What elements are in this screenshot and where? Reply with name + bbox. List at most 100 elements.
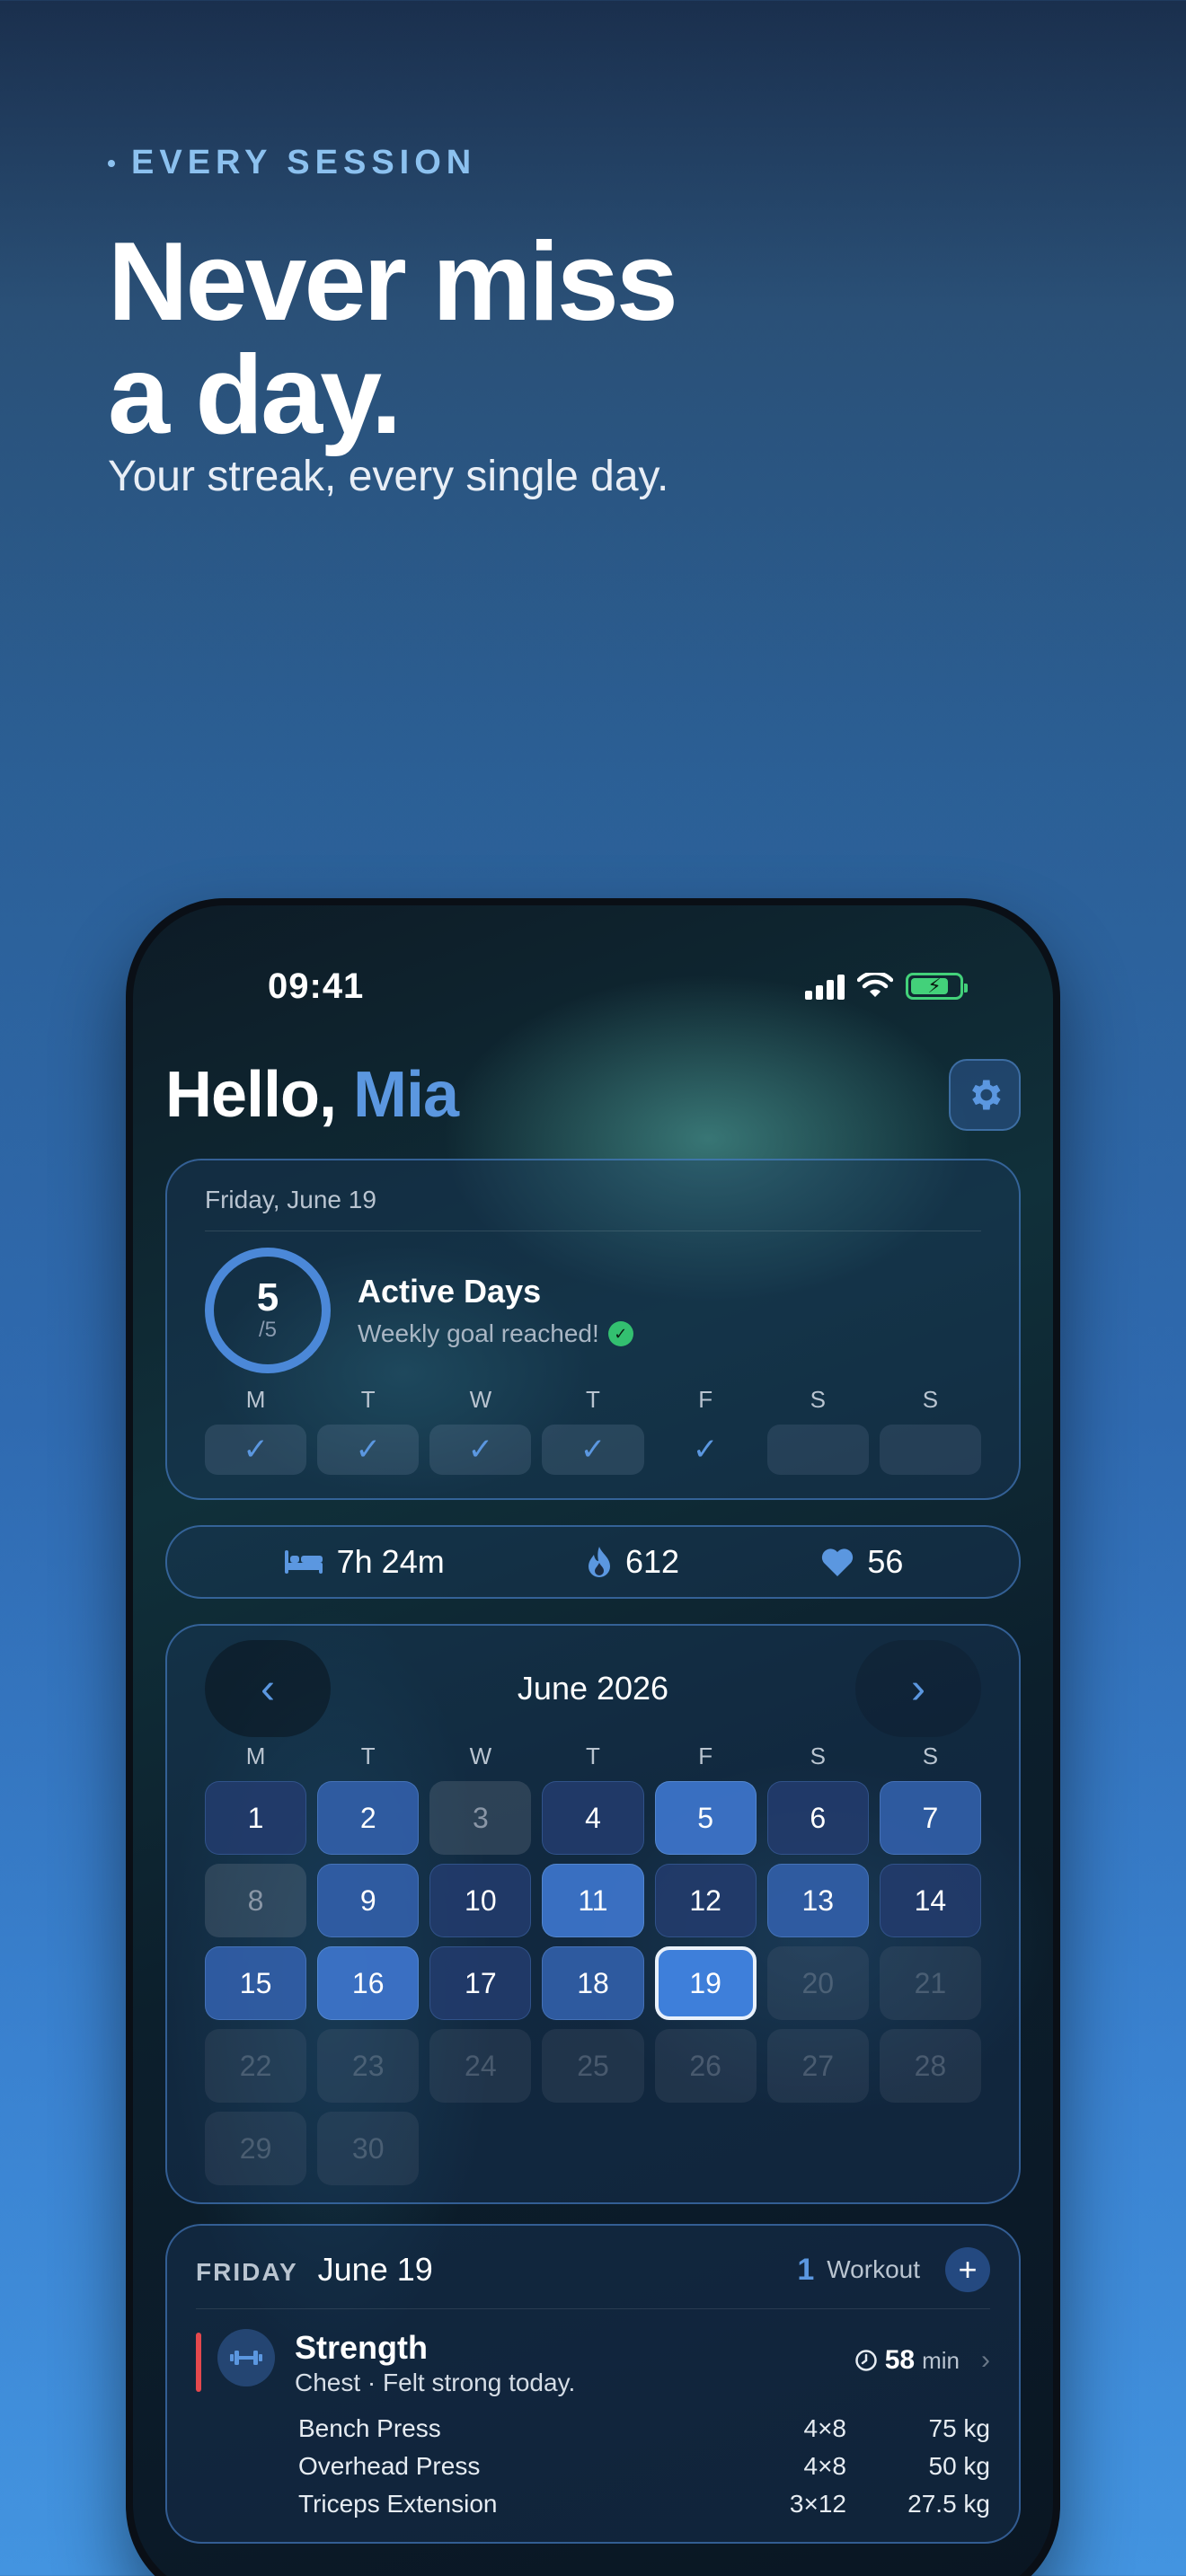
calendar-day[interactable]: 21 [879, 1946, 981, 2020]
previous-month-button[interactable]: ‹ [205, 1640, 331, 1737]
headline-line-1: Never miss [108, 220, 678, 344]
battery-charging-icon: ⚡ [906, 973, 968, 1000]
workout-session-row[interactable]: Strength Chest · Felt strong today. 58 m… [196, 2329, 990, 2397]
calendar-day[interactable]: 30 [317, 2112, 420, 2185]
calendar-day[interactable]: 5 [654, 1781, 757, 1855]
checkmark-icon: ✓ [467, 1433, 494, 1467]
clock-icon [854, 2350, 877, 2371]
headline: Never miss a day. [108, 220, 678, 457]
week-day-label: S [810, 1386, 826, 1413]
exercise-list: Bench Press 4×8 75 kg Overhead Press 4×8 50 k… [196, 2410, 990, 2523]
calendar-day[interactable]: 11 [542, 1864, 644, 1937]
calendar-weekday-label: M [245, 1742, 266, 1769]
calendar-weekday-header: MTWTFSS [205, 1742, 981, 1770]
cellular-signal-icon [805, 973, 845, 1000]
exercise-weight: 75 kg [928, 2414, 991, 2442]
calendar-weekday-label: T [586, 1742, 600, 1769]
calendar-day[interactable]: 12 [654, 1864, 757, 1937]
active-days-subtitle: Weekly goal reached! ✓ [358, 1319, 633, 1348]
calendar-day[interactable]: 9 [317, 1864, 420, 1937]
calendar-day[interactable]: 18 [542, 1946, 644, 2020]
exercise-name: Overhead Press [298, 2452, 481, 2480]
calendar-day[interactable]: 8 [205, 1864, 307, 1937]
calendar-day[interactable]: 24 [429, 2029, 532, 2103]
week-day-status: ✓ [205, 1425, 307, 1475]
verified-check-icon: ✓ [607, 1321, 633, 1346]
week-day-status: ✓ [429, 1425, 532, 1475]
plus-icon: + [958, 2251, 978, 2288]
week-day-status: ✓ [317, 1425, 420, 1475]
calendar-day[interactable]: 28 [879, 2029, 981, 2103]
status-icons: ⚡ [805, 973, 968, 1000]
summary-date: Friday, June 19 [205, 1186, 981, 1231]
calendar-day[interactable]: 26 [654, 2029, 757, 2103]
calendar-day[interactable]: 7 [879, 1781, 981, 1855]
duration-value: 58 [884, 2345, 916, 2375]
calendar-day[interactable]: 23 [317, 2029, 420, 2103]
calendar-weekday-label: W [469, 1742, 492, 1769]
chevron-right-icon: › [981, 2345, 990, 2375]
active-days-ring: 5 /5 [205, 1248, 331, 1373]
week-day-label: T [586, 1386, 600, 1413]
calendar-month-title: June 2026 [517, 1670, 669, 1707]
headline-line-2: a day. [108, 333, 402, 457]
phone-frame: 09:41 ⚡ Hello, Mia Friday, June 19 5 /5 … [126, 898, 1060, 2576]
checkmark-icon: ✓ [580, 1433, 606, 1467]
workout-count: 1 [797, 2252, 815, 2287]
month-calendar: ‹ June 2026 › MTWTFSS 1 2 3 4 5 6 7 8 9 10 11 12 13 1… [165, 1624, 1021, 2204]
tagline: Your streak, every single day. [108, 453, 669, 500]
exercise-name: Bench Press [298, 2414, 441, 2442]
calendar-day[interactable]: 22 [205, 2029, 307, 2103]
week-day-label: W [469, 1386, 492, 1413]
calendar-day-today[interactable]: 19 [654, 1946, 757, 2020]
calendar-day[interactable]: 29 [205, 2112, 307, 2185]
dumbbell-icon [217, 2329, 275, 2386]
eyebrow: EVERY SESSION [108, 144, 676, 182]
week-day-label: S [922, 1386, 939, 1413]
workout-day-of-week: FRIDAY [196, 2258, 298, 2286]
calendar-day[interactable]: 25 [542, 2029, 644, 2103]
workout-log-card: FRIDAY June 19 1 Workout + Strength Ches… [165, 2224, 1021, 2544]
settings-button[interactable] [949, 1059, 1021, 1131]
calendar-day[interactable]: 2 [317, 1781, 420, 1855]
calendar-day[interactable]: 13 [766, 1864, 869, 1937]
calendar-day[interactable]: 14 [879, 1864, 981, 1937]
exercise-weight: 27.5 kg [907, 2490, 990, 2518]
calendar-day[interactable]: 17 [429, 1946, 532, 2020]
status-time: 09:41 [268, 966, 365, 1006]
calendar-day[interactable]: 4 [542, 1781, 644, 1855]
session-subtitle: Chest · Felt strong today. [295, 2369, 576, 2396]
week-day-status [766, 1425, 869, 1475]
status-bar: 09:41 ⚡ [133, 959, 1053, 1013]
bed-icon [284, 1550, 323, 1574]
app-screen: 09:41 ⚡ Hello, Mia Friday, June 19 5 /5 … [133, 905, 1053, 2576]
eyebrow-text: EVERY SESSION [131, 144, 477, 181]
greeting-text: Hello, [165, 1059, 337, 1131]
heart-rate-stat: 56 [820, 1543, 903, 1581]
gear-icon [972, 1080, 1001, 1110]
stats-bar: 7h 24m 612 56 [165, 1525, 1021, 1599]
week-day-status [879, 1425, 981, 1475]
calories-stat: 612 [586, 1543, 679, 1581]
active-days-card[interactable]: Friday, June 19 5 /5 Active Days Weekly … [165, 1159, 1021, 1500]
calendar-day[interactable]: 1 [205, 1781, 307, 1855]
active-days-title: Active Days [358, 1273, 542, 1310]
next-month-button[interactable]: › [855, 1640, 981, 1737]
week-day-label: T [360, 1386, 376, 1413]
greeting: Hello, Mia [165, 1058, 459, 1132]
add-workout-button[interactable]: + [945, 2247, 990, 2292]
workout-count-unit: Workout [827, 2255, 920, 2283]
calendar-grid: 1 2 3 4 5 6 7 8 9 10 11 12 13 14 15 16 17 18 19 20 21 22 23 24 2… [205, 1781, 981, 2185]
heart-rate-value: 56 [867, 1543, 904, 1580]
goal-status-text: Weekly goal reached! [358, 1319, 599, 1347]
calendar-day[interactable]: 15 [205, 1946, 307, 2020]
calendar-day[interactable]: 16 [317, 1946, 420, 2020]
week-day-label: M [245, 1386, 266, 1413]
calendar-day[interactable]: 10 [429, 1864, 532, 1937]
calendar-day[interactable]: 27 [766, 2029, 869, 2103]
calendar-day[interactable]: 20 [766, 1946, 869, 2020]
calendar-day[interactable]: 3 [429, 1781, 532, 1855]
calories-value: 612 [624, 1543, 680, 1580]
calendar-day[interactable]: 6 [766, 1781, 869, 1855]
ring-value: 5 [256, 1275, 279, 1319]
